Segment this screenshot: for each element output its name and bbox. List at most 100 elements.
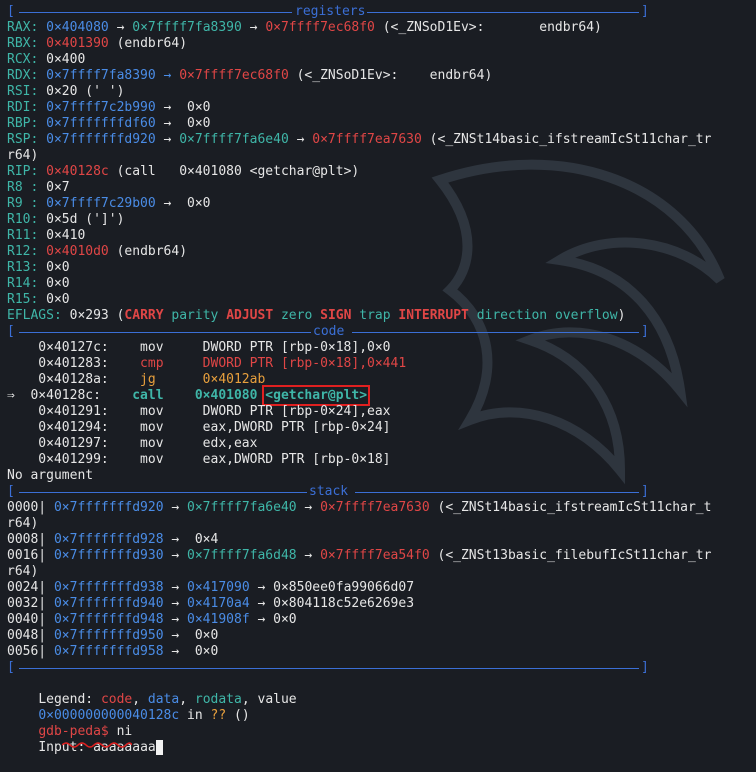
register-row: RIP: 0×40128c (call 0×401080 <getchar@pl… (7, 164, 359, 180)
spellcheck-underline (62, 742, 132, 748)
stack-offset: 0048| (7, 628, 47, 643)
instruction-mnemonic: mov (108, 340, 203, 355)
instruction-mnemonic: jg (108, 372, 203, 387)
register-name: R15: (7, 292, 39, 307)
instruction-operands: DWORD PTR [rbp-0×18],0×0 (202, 340, 391, 355)
instruction-row: 0×401299: mov eax,DWORD PTR [rbp-0×18] (7, 452, 390, 468)
stack-address: 0×7fffffffd940 (53, 596, 164, 611)
arrow: → (163, 628, 188, 643)
instruction-mnemonic: mov (108, 436, 203, 451)
arrow: → (155, 100, 180, 115)
stack-deref-1: 0×7ffff7fa6e40 (187, 500, 297, 515)
stack-value: 0×0 (187, 644, 219, 659)
stack-offset: 0000| (7, 500, 47, 515)
stack-offset: 0008| (7, 532, 47, 547)
register-pointer: 0×7ffff7c2b990 (46, 100, 156, 115)
register-value: 0×5d (']') (38, 212, 125, 227)
stack-deref-1: 0×7ffff7fa6d48 (187, 548, 297, 563)
eflag-parity: parity (171, 308, 219, 323)
command-line[interactable]: gdb-peda$ ni (7, 708, 132, 739)
instruction-row: 0×40127c: mov DWORD PTR [rbp-0×18],0×0 (7, 340, 391, 356)
stack-offset: 0040| (7, 612, 47, 627)
arrow: → (288, 132, 313, 147)
stack-row: 0032| 0×7fffffffd940 → 0×4170a4 → 0×8041… (7, 596, 414, 612)
arrow: → (241, 20, 266, 35)
arrow: → (296, 500, 321, 515)
footer-separator: [ ] (7, 660, 649, 675)
register-name: R8 : (7, 180, 39, 195)
instruction-address: 0×401294: (7, 420, 109, 435)
arrow: → (163, 596, 188, 611)
register-pointer: 0×404080 (46, 20, 109, 35)
instruction-mnemonic: cmp (108, 356, 203, 371)
arrow: → (163, 500, 188, 515)
stack-offset: 0056| (7, 644, 47, 659)
stack-address: 0×7fffffffd948 (53, 612, 164, 627)
input-line[interactable]: Input: aaaaaaaa (7, 724, 163, 755)
register-row: R13: 0×0 (7, 260, 70, 276)
stack-row: 0016| 0×7fffffffd930 → 0×7ffff7fa6d48 → … (7, 548, 711, 564)
text-cursor (155, 740, 163, 755)
register-deref-1: 0×7ffff7ec68f0 (179, 68, 289, 83)
instruction-address: 0×401297: (7, 436, 109, 451)
register-value: r64) (7, 148, 39, 163)
code-section-header: [ code ] (7, 324, 649, 339)
register-name: R10: (7, 212, 39, 227)
legend-line: Legend: code, data, rodata, value (38, 692, 297, 707)
stack-address: 0×7fffffffd920 (53, 500, 164, 515)
register-row: RSP: 0×7fffffffd920 → 0×7ffff7fa6e40 → 0… (7, 132, 711, 148)
register-name: RDX: (7, 68, 39, 83)
instruction-address: 0×40128a: (7, 372, 109, 387)
arrow: → (296, 548, 321, 563)
eflags-line: EFLAGS: 0×293 (CARRY parity ADJUST zero … (7, 308, 625, 324)
instruction-row: 0×401297: mov edx,eax (7, 436, 257, 452)
register-row: R10: 0×5d (']') (7, 212, 124, 228)
arrow: → (163, 580, 188, 595)
stack-address: 0×7fffffffd950 (53, 628, 164, 643)
stack-row: 0056| 0×7fffffffd958 → 0×0 (7, 644, 218, 660)
register-deref-value: 0×0 (179, 100, 211, 115)
stack-row: 0024| 0×7fffffffd938 → 0×417090 → 0×850e… (7, 580, 414, 596)
register-deref-2: 0×7ffff7ec68f0 (265, 20, 375, 35)
stack-deref-1: 0×417090 (187, 580, 250, 595)
register-name: RCX: (7, 52, 39, 67)
stack-row: r64) (7, 564, 38, 580)
eflag-sign: SIGN (320, 308, 352, 323)
register-annotation: (call 0×401080 <getchar@plt>) (108, 164, 360, 179)
arrow: → (155, 132, 180, 147)
register-value: 0×7 (38, 180, 70, 195)
stack-deref-1: 0×41908f (187, 612, 250, 627)
instruction-address: ⇒ 0×40128c: (7, 388, 101, 403)
register-name: R11: (7, 228, 39, 243)
arrow: → (155, 116, 180, 131)
stack-continuation: r64) (7, 516, 39, 531)
register-pointer: 0×7fffffffd920 (46, 132, 156, 147)
terminal-window[interactable]: [ registers ] RAX: 0×404080 → 0×7ffff7fa… (0, 0, 756, 755)
stack-row: 0008| 0×7fffffffd928 → 0×4 (7, 532, 218, 548)
register-row: r64) (7, 148, 38, 164)
stack-deref-2: 0×7ffff7ea54f0 (320, 548, 430, 563)
register-row: R9 : 0×7ffff7c29b00 → 0×0 (7, 196, 211, 212)
register-row: RAX: 0×404080 → 0×7ffff7fa8390 → 0×7ffff… (7, 20, 602, 36)
register-row: R11: 0×410 (7, 228, 85, 244)
stack-continuation: r64) (7, 564, 39, 579)
arrow: → (163, 532, 188, 547)
stack-value: 0×804118c52e6269e3 (265, 596, 415, 611)
instruction-row: 0×401294: mov eax,DWORD PTR [rbp-0×24] (7, 420, 390, 436)
registers-title: registers (295, 4, 366, 19)
stack-offset: 0024| (7, 580, 47, 595)
instruction-operands: DWORD PTR [rbp-0×18],0×441 (202, 356, 407, 371)
